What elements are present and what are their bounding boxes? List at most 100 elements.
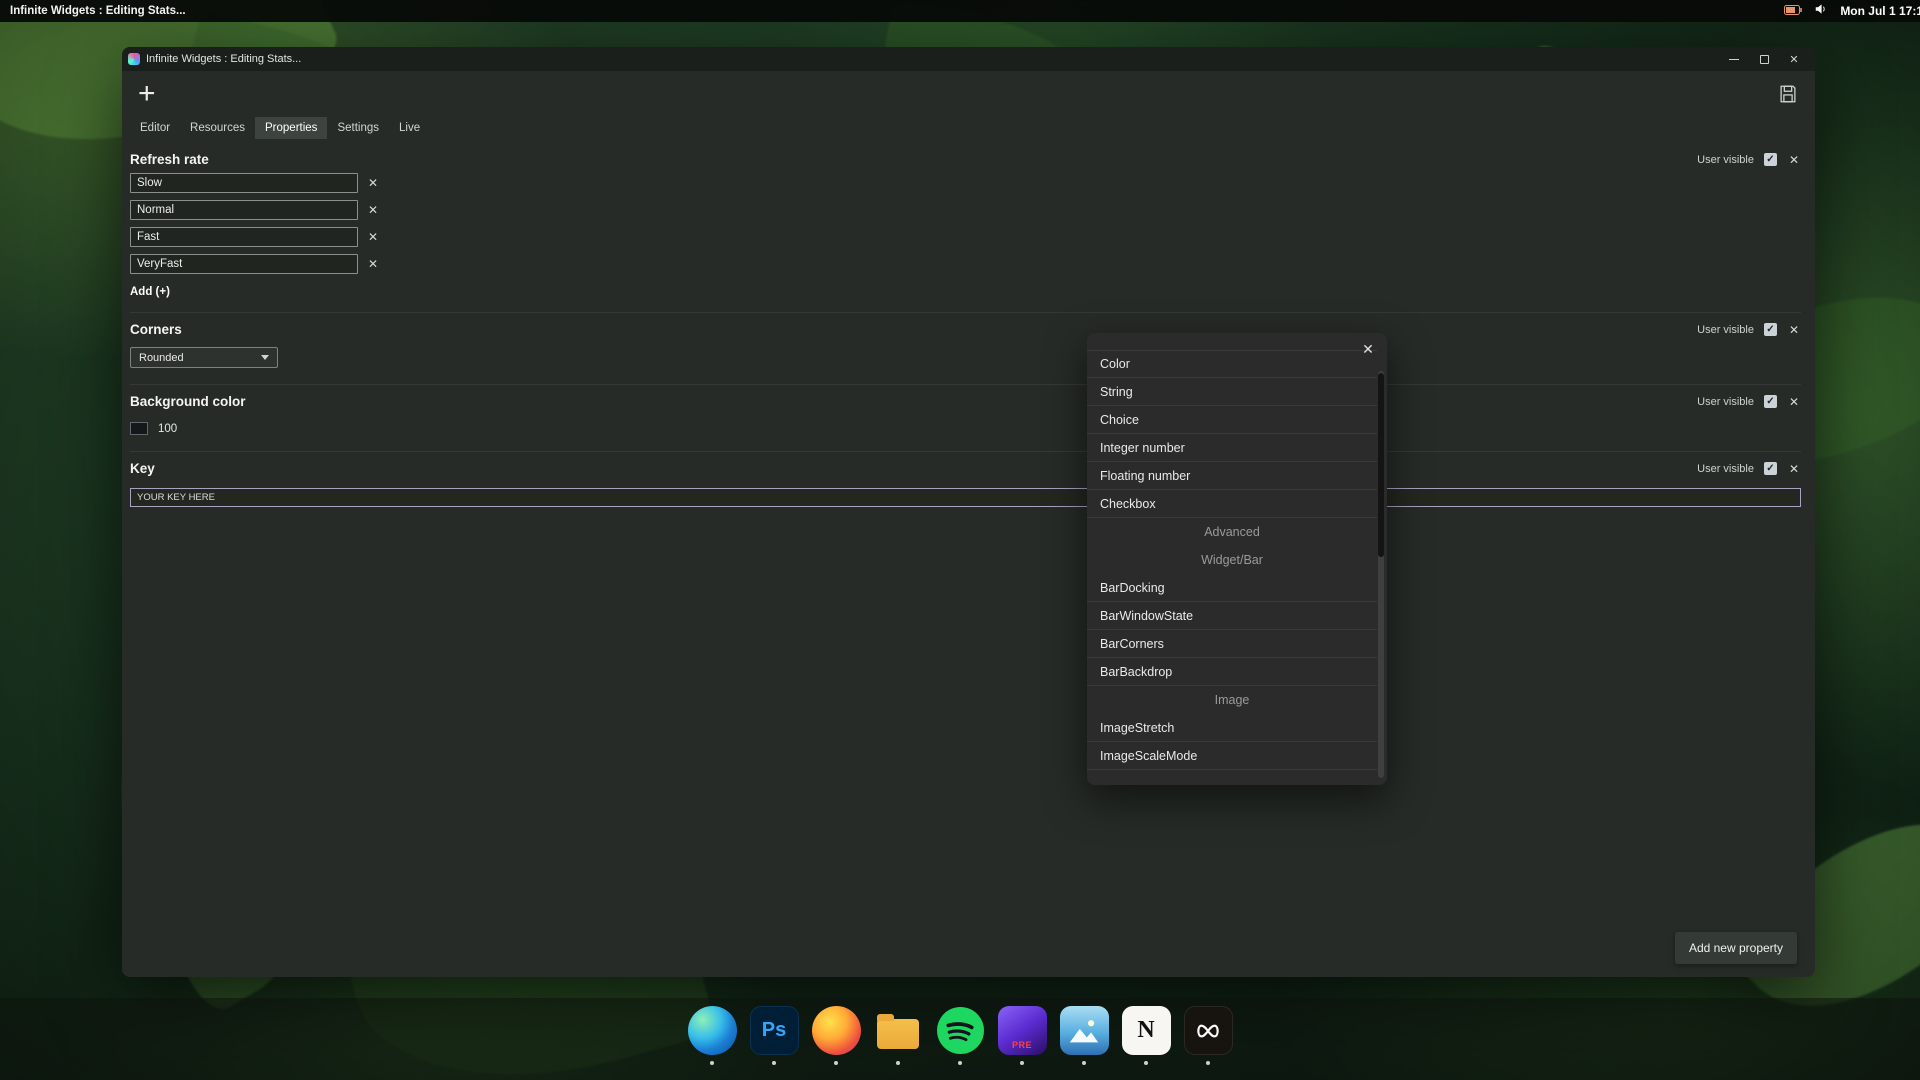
- dock: Ps PRE: [0, 998, 1920, 1080]
- popup-item[interactable]: Floating number: [1087, 462, 1377, 490]
- spotify-icon: [936, 1006, 985, 1055]
- infinite-widgets-icon: [1184, 1006, 1233, 1055]
- remove-section-icon[interactable]: [1787, 395, 1801, 409]
- option-input[interactable]: [130, 227, 358, 247]
- popup-item[interactable]: BarBackdrop: [1087, 658, 1377, 686]
- popup-item[interactable]: Choice: [1087, 406, 1377, 434]
- user-visible-label: User visible: [1697, 463, 1754, 475]
- minimize-button[interactable]: [1719, 47, 1749, 71]
- section-background-color: Background color User visible 100: [130, 384, 1801, 435]
- edge-icon: [688, 1006, 737, 1055]
- toolbar-plus-button[interactable]: [138, 79, 156, 109]
- section-title: Refresh rate: [130, 152, 209, 167]
- option-row: [130, 173, 1801, 193]
- user-visible-checkbox[interactable]: [1764, 395, 1777, 408]
- opacity-value: 100: [158, 423, 177, 435]
- maximize-button[interactable]: [1749, 47, 1779, 71]
- user-visible-label: User visible: [1697, 154, 1754, 166]
- dock-app-infinite-widgets[interactable]: [1184, 1006, 1233, 1080]
- remove-section-icon[interactable]: [1787, 153, 1801, 167]
- user-visible-checkbox[interactable]: [1764, 323, 1777, 336]
- dock-app-firefox[interactable]: [812, 1006, 861, 1080]
- tab-live[interactable]: Live: [389, 117, 430, 139]
- key-input[interactable]: [130, 488, 1801, 507]
- scrollbar-thumb[interactable]: [1378, 373, 1384, 557]
- chevron-down-icon: [261, 355, 269, 360]
- top-status-bar: Infinite Widgets : Editing Stats... Mon …: [0, 0, 1920, 22]
- tab-properties[interactable]: Properties: [255, 117, 327, 139]
- user-visible-checkbox[interactable]: [1764, 153, 1777, 166]
- section-key: Key User visible: [130, 451, 1801, 507]
- desktop: Infinite Widgets : Editing Stats... Mon …: [0, 0, 1920, 1080]
- dock-app-photoshop[interactable]: Ps: [750, 1006, 799, 1080]
- remove-option-icon[interactable]: [366, 176, 380, 190]
- dock-app-files[interactable]: [874, 1006, 923, 1080]
- close-window-button[interactable]: [1779, 47, 1809, 71]
- running-indicator: [1206, 1061, 1210, 1065]
- popup-scrollbar[interactable]: [1378, 371, 1384, 778]
- tab-settings[interactable]: Settings: [327, 117, 389, 139]
- running-indicator: [1082, 1061, 1086, 1065]
- popup-item[interactable]: BarWindowState: [1087, 602, 1377, 630]
- add-new-property-button[interactable]: Add new property: [1675, 932, 1797, 964]
- remove-option-icon[interactable]: [366, 203, 380, 217]
- dock-app-screenshot-viewer[interactable]: [1060, 1006, 1109, 1080]
- dock-app-notion[interactable]: N: [1122, 1006, 1171, 1080]
- popup-item[interactable]: Checkbox: [1087, 490, 1377, 518]
- popup-item[interactable]: ImageStretch: [1087, 714, 1377, 742]
- infinite-widgets-window: Infinite Widgets : Editing Stats... Edit…: [122, 47, 1815, 977]
- option-row: [130, 227, 1801, 247]
- add-option-button[interactable]: Add (+): [130, 286, 170, 298]
- popup-section-header: Image: [1087, 686, 1377, 714]
- save-icon[interactable]: [1777, 83, 1799, 105]
- popup-section-header: Widget/Bar: [1087, 546, 1377, 574]
- window-title: Infinite Widgets : Editing Stats...: [146, 53, 301, 65]
- popup-item[interactable]: Color: [1087, 350, 1377, 378]
- clock[interactable]: Mon Jul 1 17:1: [1840, 4, 1920, 18]
- firefox-icon: [812, 1006, 861, 1055]
- dropdown-value: Rounded: [139, 352, 184, 364]
- remove-option-icon[interactable]: [366, 230, 380, 244]
- toolbar: [122, 71, 1815, 117]
- option-input[interactable]: [130, 200, 358, 220]
- folder-icon: [874, 1006, 923, 1055]
- tab-resources[interactable]: Resources: [180, 117, 255, 139]
- volume-icon: [1814, 2, 1828, 21]
- tab-bar: Editor Resources Properties Settings Liv…: [122, 117, 1815, 139]
- remove-option-icon[interactable]: [366, 257, 380, 271]
- tab-editor[interactable]: Editor: [130, 117, 180, 139]
- popup-item[interactable]: Integer number: [1087, 434, 1377, 462]
- dock-apps: Ps PRE: [688, 998, 1233, 1080]
- option-row: [130, 254, 1801, 274]
- popup-item[interactable]: BarCorners: [1087, 630, 1377, 658]
- running-indicator: [1020, 1061, 1024, 1065]
- photoshop-icon: Ps: [750, 1006, 799, 1055]
- color-swatch[interactable]: [130, 422, 148, 435]
- window-titlebar[interactable]: Infinite Widgets : Editing Stats...: [122, 47, 1815, 71]
- dock-app-premiere[interactable]: PRE: [998, 1006, 1047, 1080]
- photoshop-label: Ps: [762, 1019, 786, 1042]
- topbar-window-title: Infinite Widgets : Editing Stats...: [0, 5, 186, 17]
- remove-section-icon[interactable]: [1787, 323, 1801, 337]
- running-indicator: [896, 1061, 900, 1065]
- corners-dropdown[interactable]: Rounded: [130, 347, 278, 368]
- dock-app-spotify[interactable]: [936, 1006, 985, 1080]
- running-indicator: [1144, 1061, 1148, 1065]
- running-indicator: [958, 1061, 962, 1065]
- popup-item[interactable]: BarDocking: [1087, 574, 1377, 602]
- option-input[interactable]: [130, 254, 358, 274]
- popup-close-icon[interactable]: [1357, 338, 1379, 360]
- premiere-icon: PRE: [998, 1006, 1047, 1055]
- popup-section-header: Advanced: [1087, 518, 1377, 546]
- running-indicator: [772, 1061, 776, 1065]
- user-visible-checkbox[interactable]: [1764, 462, 1777, 475]
- popup-item[interactable]: ImageScaleMode: [1087, 742, 1377, 770]
- popup-item[interactable]: String: [1087, 378, 1377, 406]
- window-controls: [1719, 47, 1809, 71]
- dock-app-edge[interactable]: [688, 1006, 737, 1080]
- remove-section-icon[interactable]: [1787, 462, 1801, 476]
- user-visible-label: User visible: [1697, 396, 1754, 408]
- option-input[interactable]: [130, 173, 358, 193]
- premiere-label: PRE: [998, 1040, 1047, 1050]
- property-type-popup: Color String Choice Integer number Float…: [1087, 333, 1387, 785]
